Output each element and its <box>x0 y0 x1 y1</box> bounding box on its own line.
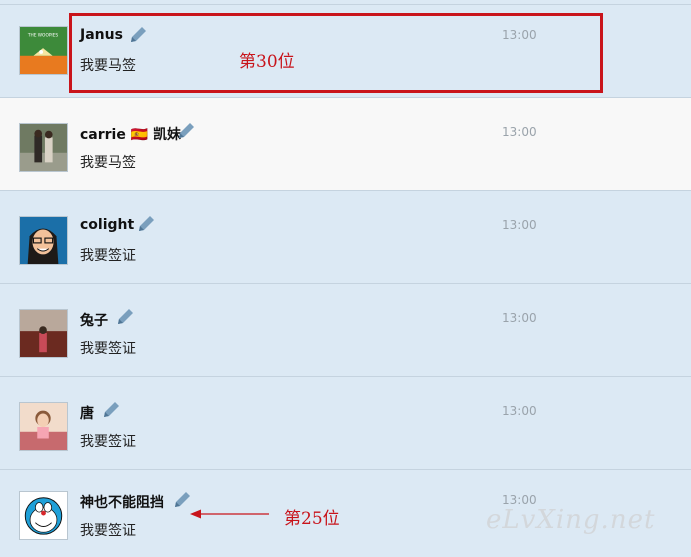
pencil-icon[interactable] <box>100 399 122 421</box>
message-text: 我要签证 <box>80 248 136 264</box>
pencil-icon[interactable] <box>175 120 197 142</box>
couple-photo-avatar-icon <box>20 124 67 171</box>
pencil-icon[interactable] <box>127 24 149 46</box>
timestamp: 13:00 <box>502 311 537 325</box>
avatar[interactable] <box>19 123 68 172</box>
green-bird-book-avatar-icon: THE WOOPIES <box>20 27 67 74</box>
rank-annotation-top: 第30位 <box>239 52 295 72</box>
list-item: carrie 🇪🇸 凯妹 13:00 我要马签 <box>0 97 691 190</box>
message-text: 我要签证 <box>80 341 136 357</box>
avatar[interactable] <box>19 216 68 265</box>
list-item: THE WOOPIES Janus 13:00 我要马签 <box>0 4 691 97</box>
message-text: 我要马签 <box>80 155 136 171</box>
user-name[interactable]: 神也不能阻挡 <box>80 492 164 512</box>
arrow-left-icon <box>190 509 269 519</box>
pencil-icon[interactable] <box>114 306 136 328</box>
user-name[interactable]: 唐 <box>80 403 94 423</box>
rank-annotation-bottom: 第25位 <box>284 509 340 529</box>
list-item: 兔子 13:00 我要签证 <box>0 283 691 376</box>
girl-photo-avatar-icon <box>20 403 67 450</box>
user-name[interactable]: carrie 🇪🇸 凯妹 <box>80 124 181 144</box>
message-text: 我要签证 <box>80 523 136 539</box>
user-name[interactable]: Janus <box>80 27 123 43</box>
user-name[interactable]: colight <box>80 217 134 233</box>
avatar[interactable] <box>19 309 68 358</box>
avatar[interactable]: THE WOOPIES <box>19 26 68 75</box>
avatar[interactable] <box>19 402 68 451</box>
cartoon-face-avatar-icon <box>20 217 67 264</box>
avatar[interactable] <box>19 491 68 540</box>
avatar-text: THE WOOPIES <box>27 33 59 39</box>
watermark: eLvXing.net <box>486 505 656 535</box>
timestamp: 13:00 <box>502 404 537 418</box>
timestamp: 13:00 <box>502 28 537 42</box>
street-photo-avatar-icon <box>20 310 67 357</box>
timestamp: 13:00 <box>502 125 537 139</box>
doraemon-avatar-icon <box>20 492 67 539</box>
comment-list: THE WOOPIES Janus 13:00 我要马签 carrie 🇪🇸 凯… <box>0 0 691 557</box>
list-item: 唐 13:00 我要签证 <box>0 376 691 469</box>
list-item: colight 13:00 我要签证 <box>0 190 691 283</box>
timestamp: 13:00 <box>502 218 537 232</box>
message-text: 我要签证 <box>80 434 136 450</box>
message-text: 我要马签 <box>80 58 136 74</box>
user-name[interactable]: 兔子 <box>80 310 108 330</box>
pencil-icon[interactable] <box>135 213 157 235</box>
